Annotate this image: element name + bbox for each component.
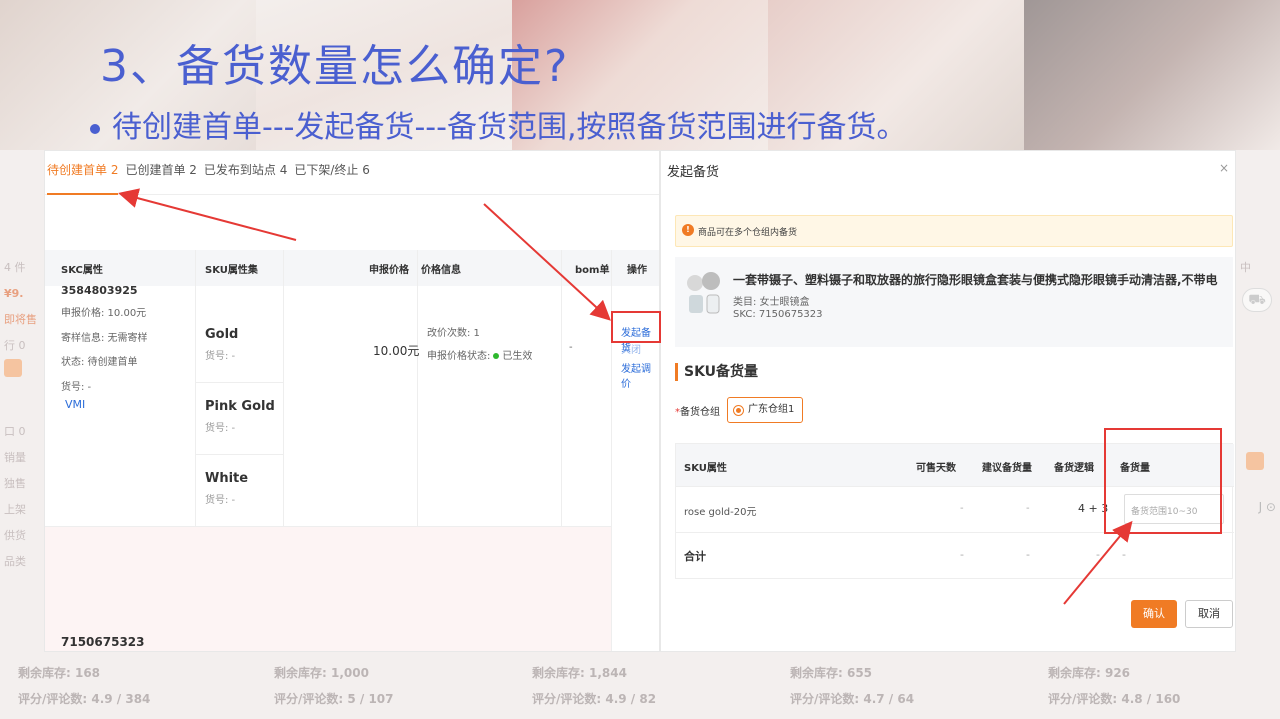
declared-price-line: 申报价格: 10.00元 [61,308,147,319]
background-left-fragments: 4 件 ¥9. 即将售 行 0 口 0 销量 独售 上架 供货 品类 [4,261,37,568]
warehouse-option[interactable]: 广东仓组1 [727,397,804,423]
tab-published[interactable]: 已发布到站点 4 [204,161,294,194]
goods-no: 货号: - [61,382,92,393]
close-icon[interactable]: × [1219,161,1229,175]
annotation-box-start-stocking [611,311,661,343]
vmi-tag: VMI [65,398,86,411]
tab-pending-first-order[interactable]: 待创建首单 2 [47,161,125,195]
info-icon: ! [682,224,694,236]
status-text: 状态: 待创建首单 [61,357,138,368]
sku-goods-no: 货号: - [205,423,236,434]
status-tabs: 待创建首单 2 已创建首单 2 已发布到站点 4 已下架/终止 6 [45,151,659,195]
dialog-title: 发起备货 [667,165,720,180]
sku-name: White [205,471,249,486]
sample-info: 寄样信息: 无需寄样 [61,333,148,344]
sku-goods-no: 货号: - [205,495,236,506]
background-footer: 剩余库存: 168 评分/评论数: 4.9 / 384 剩余库存: 1,000 评分… [18,666,1181,706]
sku-name: Gold [205,327,239,342]
col-bom: bom单 [575,265,610,276]
slide-title: 3、备货数量怎么确定? [100,41,570,92]
product-card: 一套带镊子、塑料镊子和取放器的旅行隐形眼镜盒套装与便携式隐形眼镜手动清洁器,不带… [675,257,1233,347]
radio-selected-icon [733,405,744,416]
price-status: 申报价格状态: 已生效 [427,351,533,362]
product-name: 一套带镊子、塑料镊子和取放器的旅行隐形眼镜盒套装与便携式隐形眼镜手动清洁器,不带… [733,273,1218,287]
table-row [45,526,611,651]
background-right-fragment: J ⊙ [1258,500,1276,514]
section-title: SKU备货量 [675,363,758,381]
skc-id: 3584803925 [61,284,138,297]
col-price-info: 价格信息 [421,265,461,276]
col-declared-price: 申报价格 [369,265,409,276]
cancel-button[interactable]: 取消 [1185,600,1233,628]
warehouse-label: *备货仓组 [675,407,720,418]
col-skc: SKC属性 [61,265,103,276]
tab-first-order-created[interactable]: 已创建首单 2 [125,161,203,194]
sku-name: Pink Gold [205,399,275,414]
sku-goods-no: 货号: - [205,351,236,362]
product-skc: SKC: 7150675323 [733,309,823,320]
table-header: SKC属性 SKU属性集 申报价格 价格信息 bom单 操作 [45,250,659,286]
status-dot-icon [493,353,500,359]
cart-icon: ⛟ [1242,288,1272,312]
declared-price: 10.00元 [373,344,420,358]
notice-banner: ! 商品可在多个仓组内备货 [675,215,1233,247]
product-category: 类目: 女士眼镜盒 [733,297,810,308]
price-change-count: 改价次数: 1 [427,328,480,339]
bullet-icon [90,123,100,134]
col-sku-set: SKU属性集 [205,265,258,276]
annotation-box-qty-column [1104,428,1222,534]
col-actions: 操作 [627,265,647,276]
product-thumbnail [687,272,720,314]
close-link[interactable]: 关闭 [621,341,641,356]
product-list-panel: 待创建首单 2 已创建首单 2 已发布到站点 4 已下架/终止 6 SKC属性 … [44,150,660,652]
confirm-button[interactable]: 确认 [1131,600,1177,628]
stocking-dialog: 发起备货 × ! 商品可在多个仓组内备货 一套带镊子、塑料镊子和取放器的旅行隐形… [660,150,1236,652]
table-row-total: 合计 - - - - [676,532,1234,578]
next-skc-id: 7150675323 [61,635,145,649]
bom-value: - [569,342,573,353]
slide-subtitle: 待创建首单---发起备货---备货范围,按照备货范围进行备货。 [90,102,907,146]
tab-delisted[interactable]: 已下架/终止 6 [294,161,377,194]
background-square [1246,452,1264,470]
request-price-change-link[interactable]: 发起调价 [621,360,659,390]
